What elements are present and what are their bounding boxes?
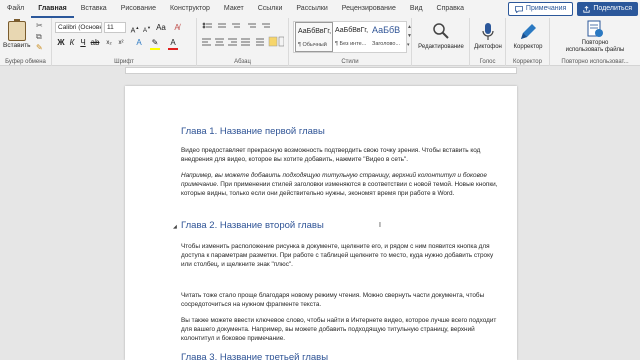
collapse-heading-icon[interactable]: ◢ <box>173 224 177 230</box>
style-normal-name: ¶ Обычный <box>298 42 327 48</box>
tab-review[interactable]: Рецензирование <box>335 0 403 18</box>
tab-draw[interactable]: Рисование <box>114 0 163 18</box>
style-heading-1[interactable]: АаБбВ Заголово... <box>370 22 408 52</box>
reuse-files-button[interactable]: Повторно использовать файлы <box>550 18 640 58</box>
styles-more-icon[interactable]: ▾ <box>407 42 410 48</box>
paste-icon <box>8 19 26 41</box>
style-no-spacing[interactable]: АаБбВвГг, ¶ Без инте... <box>333 22 371 52</box>
underline-button[interactable]: Ч <box>78 38 88 48</box>
cut-icon[interactable]: ✂ <box>36 21 43 30</box>
subscript-icon[interactable]: x₂ <box>104 38 114 48</box>
tab-home[interactable]: Главная <box>31 0 74 18</box>
font-name-select[interactable]: Calibri (Основн <box>55 22 102 33</box>
dictate-label: Диктофон <box>474 44 502 50</box>
reuse-group: Повторно использовать файлы Повторно исп… <box>550 18 640 66</box>
comment-icon <box>515 5 523 13</box>
copy-icon[interactable]: ⧉ <box>36 32 42 42</box>
paragraph-1[interactable]: Видео предоставляет прекрасную возможнос… <box>181 146 499 164</box>
editor-button[interactable]: Корректор <box>506 18 550 58</box>
format-painter-icon[interactable]: ✎ <box>36 43 43 52</box>
tab-insert[interactable]: Вставка <box>74 0 114 18</box>
tab-help[interactable]: Справка <box>430 0 471 18</box>
editing-group: Редактирование <box>412 18 470 66</box>
style-no-spacing-name: ¶ Без инте... <box>335 41 367 47</box>
editor-group-label: Корректор <box>513 59 542 65</box>
paste-label: Вставить <box>3 42 31 49</box>
heading-3[interactable]: Глава 3. Название третьей главы <box>181 352 328 360</box>
style-normal[interactable]: АаБбВвГг, ¶ Обычный <box>295 22 333 52</box>
italic-button[interactable]: К <box>67 38 77 48</box>
ribbon: Вставить ✂ ⧉ ✎ Буфер обмена Calibri (Осн… <box>0 18 640 66</box>
editor-label: Корректор <box>513 44 543 50</box>
reuse-group-label: Повторно использоват... <box>561 59 629 65</box>
styles-group-label: Стили <box>341 59 359 65</box>
paste-button[interactable]: Вставить <box>0 18 32 56</box>
search-icon <box>433 23 449 39</box>
heading-1[interactable]: Глава 1. Название первой главы <box>181 126 325 137</box>
font-group: Calibri (Основн 11 A▲ A▼ Aa A̸ Ж К Ч ab … <box>52 18 197 66</box>
share-label: Поделиться <box>593 5 632 12</box>
reuse-files-icon <box>587 20 603 37</box>
shrink-font-icon[interactable]: A▼ <box>142 23 152 36</box>
style-heading-1-preview: АаБбВ <box>372 25 401 35</box>
font-group-label: Шрифт <box>114 59 134 65</box>
text-effects-icon[interactable]: A <box>134 38 144 48</box>
style-normal-preview: АаБбВвГг, <box>298 28 332 35</box>
font-color-icon[interactable]: A <box>168 38 178 50</box>
styles-gallery: АаБбВвГг, ¶ Обычный АаБбВвГг, ¶ Без инте… <box>293 21 407 53</box>
text-cursor-icon: I <box>379 222 381 229</box>
reuse-files-label-line2: использовать файлы <box>565 47 625 53</box>
paragraph-4[interactable]: Читать тоже стало проще благодаря новому… <box>181 291 499 309</box>
superscript-icon[interactable]: x² <box>116 38 126 48</box>
paragraph-group: Абзац <box>197 18 289 66</box>
share-icon <box>583 5 590 13</box>
font-size-select[interactable]: 11 <box>104 22 126 33</box>
editor-pen-icon <box>521 24 536 39</box>
bold-button[interactable]: Ж <box>56 38 66 48</box>
paragraph-group-label: Абзац <box>234 59 251 65</box>
paragraph-5[interactable]: Вы также можете ввести ключевое слово, ч… <box>181 316 499 343</box>
comments-label: Примечания <box>525 5 567 12</box>
paragraph-controls-icon <box>202 22 284 47</box>
paragraph-3[interactable]: Чтобы изменить расположение рисунка в до… <box>181 242 499 269</box>
tab-layout[interactable]: Макет <box>217 0 251 18</box>
styles-group: АаБбВвГг, ¶ Обычный АаБбВвГг, ¶ Без инте… <box>289 18 412 66</box>
voice-group-label: Голос <box>479 59 496 65</box>
editing-label: Редактирование <box>418 44 464 50</box>
style-no-spacing-preview: АаБбВвГг, <box>335 27 369 34</box>
tab-file[interactable]: Файл <box>0 0 31 18</box>
heading-2[interactable]: Глава 2. Название второй главы <box>181 220 324 231</box>
ribbon-tabs: Файл Главная Вставка Рисование Конструкт… <box>0 0 640 18</box>
clipboard-group: Вставить ✂ ⧉ ✎ Буфер обмена <box>0 18 52 66</box>
clipboard-group-label: Буфер обмена <box>5 59 46 65</box>
microphone-icon <box>482 23 494 40</box>
editor-group: Корректор Корректор <box>506 18 550 66</box>
strikethrough-icon[interactable]: ab <box>90 38 100 48</box>
clear-format-icon[interactable]: A̸ <box>172 23 182 33</box>
tab-references[interactable]: Ссылки <box>251 0 290 18</box>
dictate-button[interactable]: Диктофон <box>470 18 506 58</box>
reuse-files-label-line1: Повторно <box>581 40 609 46</box>
voice-group: Диктофон Голос <box>470 18 506 66</box>
paragraph-2-rest: При применении стилей заголовки изменяют… <box>181 181 498 197</box>
comments-button[interactable]: Примечания <box>507 2 574 16</box>
share-button[interactable]: Поделиться <box>577 2 638 16</box>
tab-mailings[interactable]: Рассылки <box>289 0 334 18</box>
editing-button[interactable]: Редактирование <box>412 18 470 58</box>
paragraph-2[interactable]: Например, вы можете добавить подходящую … <box>181 171 499 198</box>
ruler-page-area <box>125 67 517 74</box>
horizontal-ruler[interactable] <box>0 66 640 75</box>
document-page[interactable]: Глава 1. Название первой главы Видео пре… <box>125 86 517 360</box>
tab-view[interactable]: Вид <box>403 0 430 18</box>
change-case-icon[interactable]: Aa <box>156 23 166 33</box>
tab-design[interactable]: Конструктор <box>163 0 217 18</box>
highlight-icon[interactable]: ✎ <box>150 38 160 50</box>
style-heading-1-name: Заголово... <box>372 41 401 47</box>
grow-font-icon[interactable]: A▲ <box>130 23 140 36</box>
